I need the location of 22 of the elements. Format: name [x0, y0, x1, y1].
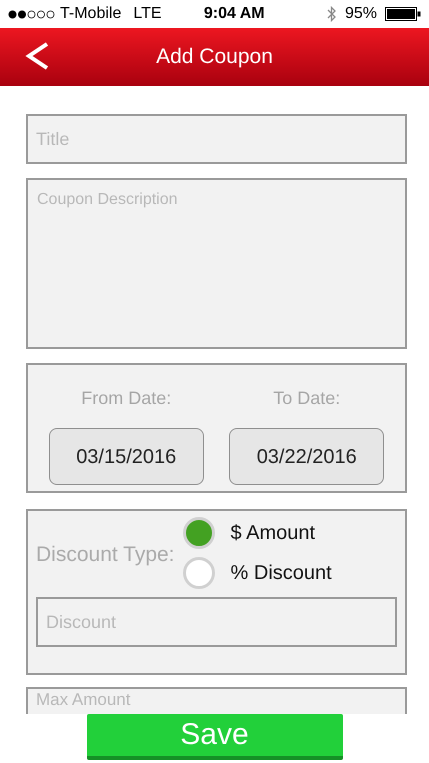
carrier-name: T-Mobile [60, 4, 122, 24]
status-time: 9:04 AM [202, 4, 266, 24]
bluetooth-icon [326, 5, 337, 23]
discount-field[interactable]: Discount [36, 597, 397, 647]
back-icon[interactable] [24, 41, 50, 71]
date-button[interactable]: 03/22/2016 [229, 428, 384, 485]
radio-label: % Discount [230, 561, 332, 586]
battery-percent: 95% [344, 4, 377, 24]
screen-title: Add Coupon [156, 44, 273, 70]
radio-label: $ Amount [230, 521, 316, 546]
radio-button[interactable] [182, 517, 215, 549]
description-field[interactable]: Coupon Description [26, 178, 407, 349]
max-amount-field[interactable]: Max Amount [26, 687, 407, 714]
network-type: LTE [133, 4, 162, 24]
signal-icon [8, 10, 56, 18]
battery-icon [385, 7, 421, 21]
title-field[interactable]: Title [26, 114, 407, 164]
date-label: To Date: [273, 387, 340, 410]
date-button[interactable]: 03/15/2016 [48, 428, 204, 485]
date-label: From Date: [81, 387, 172, 410]
radio-button[interactable] [182, 557, 215, 589]
discount-type-label: Discount Type: [36, 542, 175, 568]
